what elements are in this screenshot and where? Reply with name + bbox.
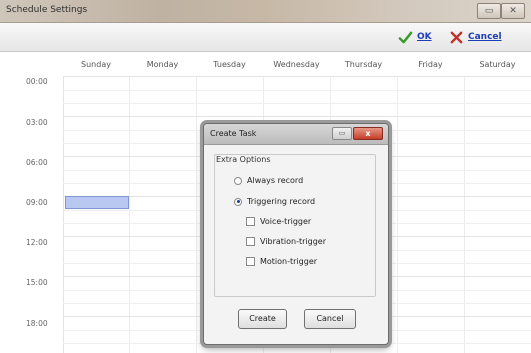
ok-label: OK — [417, 32, 432, 42]
cancel-button[interactable]: Cancel — [449, 29, 502, 45]
hour-line — [63, 76, 531, 77]
motion-trigger-option[interactable]: Motion-trigger — [246, 257, 317, 266]
ok-button[interactable]: OK — [398, 29, 432, 45]
hour-line — [63, 116, 531, 117]
create-button[interactable]: Create — [238, 309, 287, 329]
motion-trigger-label: Motion-trigger — [260, 257, 318, 266]
day-header-wednesday: Wednesday — [273, 59, 320, 69]
time-label: 06:00 — [26, 158, 48, 167]
time-label: 18:00 — [26, 319, 48, 328]
hour-line — [63, 103, 531, 104]
day-divider — [129, 76, 130, 353]
window-restore-button[interactable]: ▭ — [477, 3, 501, 19]
time-label: 09:00 — [26, 198, 48, 207]
cancel-label: Cancel — [468, 32, 502, 42]
day-header-saturday: Saturday — [479, 59, 516, 69]
always-record-radio[interactable] — [234, 176, 242, 185]
window-close-button[interactable]: ✕ — [501, 3, 525, 19]
day-header-sunday: Sunday — [81, 59, 111, 69]
day-header-monday: Monday — [146, 59, 179, 69]
time-label: 03:00 — [26, 118, 48, 127]
voice-trigger-option[interactable]: Voice-trigger — [246, 217, 311, 226]
vibration-trigger-label: Vibration-trigger — [260, 237, 327, 246]
day-divider — [196, 76, 197, 353]
time-label: 15:00 — [26, 278, 48, 287]
dialog-restore-button[interactable]: ▭ — [332, 127, 352, 140]
window-titlebar: Schedule Settings ▭ ✕ — [0, 0, 531, 23]
time-column-divider — [63, 76, 64, 353]
day-header-thursday: Thursday — [344, 59, 383, 69]
dialog-cancel-button[interactable]: Cancel — [304, 309, 356, 329]
vibration-trigger-checkbox[interactable] — [246, 237, 255, 246]
window-title: Schedule Settings — [6, 5, 88, 15]
hour-line — [63, 90, 531, 91]
triggering-record-label: Triggering record — [247, 197, 316, 206]
day-divider — [464, 76, 465, 353]
check-icon — [398, 31, 413, 43]
time-label: 12:00 — [26, 238, 48, 247]
time-label: 00:00 — [26, 77, 48, 86]
dialog-title: Create Task — [210, 129, 257, 138]
extra-options-title: Extra Options — [216, 155, 271, 164]
voice-trigger-checkbox[interactable] — [246, 217, 255, 226]
dialog-titlebar: Create Task ▭ x — [204, 124, 388, 145]
triggering-record-option[interactable]: Triggering record — [234, 197, 315, 206]
always-record-label: Always record — [247, 176, 304, 185]
selected-time-slot[interactable] — [65, 196, 129, 209]
toolbar: OK Cancel — [0, 23, 531, 52]
day-header-friday: Friday — [418, 59, 443, 69]
create-task-dialog: Create Task ▭ x Extra Options Always rec… — [203, 123, 389, 345]
vibration-trigger-option[interactable]: Vibration-trigger — [246, 237, 326, 246]
day-header-tuesday: Tuesday — [213, 59, 246, 69]
triggering-record-radio[interactable] — [234, 197, 242, 206]
motion-trigger-checkbox[interactable] — [246, 257, 255, 266]
always-record-option[interactable]: Always record — [234, 176, 303, 185]
dialog-close-button[interactable]: x — [353, 127, 383, 140]
voice-trigger-label: Voice-trigger — [260, 217, 312, 226]
day-divider — [397, 76, 398, 353]
x-icon — [450, 31, 463, 43]
